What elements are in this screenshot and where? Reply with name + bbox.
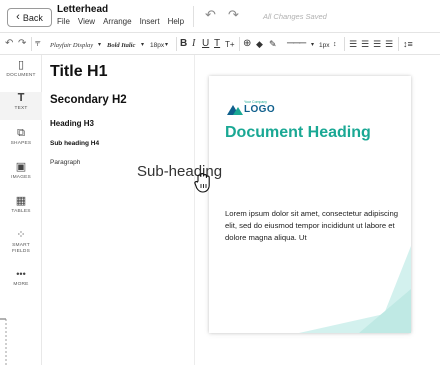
menu-help[interactable]: Help: [168, 17, 184, 26]
font-family-select[interactable]: Playfair Display: [50, 39, 93, 53]
redo-icon[interactable]: ↷: [18, 37, 26, 51]
document-title[interactable]: Letterhead: [57, 4, 108, 15]
document-heading[interactable]: Document Heading: [225, 123, 395, 143]
text-icon: 𝐓: [17, 92, 25, 104]
text-style-paragraph[interactable]: Paragraph: [50, 159, 80, 166]
text-color-button[interactable]: T: [214, 37, 220, 51]
save-status: All Changes Saved: [263, 12, 327, 21]
rail-item-tables[interactable]: ▦ TABLES: [0, 195, 42, 223]
insert-element-icon[interactable]: ⊕: [243, 37, 251, 51]
more-icon: •••: [16, 269, 26, 279]
fill-bucket-icon[interactable]: ◆: [256, 37, 263, 51]
align-justify-icon[interactable]: ☰: [385, 37, 393, 51]
text-transform-button[interactable]: T+: [225, 38, 235, 52]
pen-icon[interactable]: ✎: [269, 37, 277, 51]
rail-item-shapes[interactable]: ⧉ SHAPES: [0, 127, 42, 155]
rail-item-more[interactable]: ••• MORE: [0, 268, 42, 294]
font-size-select[interactable]: 18px: [150, 39, 164, 53]
undo-icon[interactable]: ↶: [5, 37, 13, 51]
menu-bar: File View Arrange Insert Help: [57, 17, 184, 26]
back-button[interactable]: ‹ Back: [7, 8, 52, 27]
rail-item-label: MORE: [13, 282, 29, 287]
align-center-icon[interactable]: ☰: [361, 37, 369, 51]
logo-text: LOGO: [244, 104, 276, 115]
line-spacing-icon[interactable]: ↕≡: [403, 37, 413, 51]
redo-icon[interactable]: ↷: [228, 7, 239, 23]
back-button-label: Back: [22, 12, 43, 23]
bold-button[interactable]: B: [180, 37, 187, 51]
document-page[interactable]: Your Company LOGO Document Heading Lorem…: [209, 76, 411, 333]
align-left-icon[interactable]: ☰: [349, 37, 357, 51]
rail-item-label: DOCUMENT: [6, 73, 36, 78]
rail-item-document[interactable]: ▯ DOCUMENT: [0, 59, 42, 87]
rail-item-label: TABLES: [11, 209, 31, 214]
menu-arrange[interactable]: Arrange: [103, 17, 131, 26]
smart-fields-icon: ⁘: [16, 229, 26, 241]
company-logo[interactable]: Your Company LOGO: [227, 100, 287, 116]
chevron-left-icon: ‹: [16, 11, 20, 23]
table-icon: ▦: [15, 195, 27, 207]
text-style-h4[interactable]: Sub heading H4: [50, 140, 99, 147]
edge-marker: [0, 318, 7, 365]
menu-insert[interactable]: Insert: [140, 17, 160, 26]
logo-mountain-icon: [227, 105, 243, 115]
undo-icon[interactable]: ↶: [205, 7, 216, 23]
divider: [344, 37, 345, 51]
document-body-text[interactable]: Lorem ipsum dolor sit amet, consectetur …: [225, 208, 400, 244]
rail-item-images[interactable]: ▣ IMAGES: [0, 161, 42, 189]
italic-button[interactable]: I: [192, 37, 195, 51]
divider: [239, 37, 240, 51]
stroke-style-select[interactable]: ───: [287, 37, 306, 51]
align-right-icon[interactable]: ☰: [373, 37, 381, 51]
format-painter-icon[interactable]: ⫧: [35, 37, 41, 51]
rail-item-label: TEXT: [14, 106, 28, 111]
chevron-down-icon[interactable]: ▾: [311, 38, 314, 52]
stroke-width-select[interactable]: 1px: [319, 39, 329, 53]
divider: [398, 37, 399, 51]
divider: [176, 37, 177, 51]
chevron-down-icon[interactable]: ▾: [141, 38, 144, 52]
text-styles-panel: Title H1 Secondary H2 Heading H3 Sub hea…: [42, 55, 195, 365]
grab-cursor-icon: [194, 173, 210, 193]
underline-button[interactable]: U: [202, 37, 209, 51]
font-weight-select[interactable]: Bold Italic: [107, 39, 135, 53]
chevron-down-icon[interactable]: ▾: [165, 38, 168, 52]
rail-item-label: SMART FIELDS: [12, 243, 30, 254]
top-bar: ‹ Back Letterhead File View Arrange Inse…: [0, 0, 440, 33]
divider: [193, 6, 194, 27]
document-icon: ▯: [17, 59, 25, 71]
image-icon: ▣: [15, 161, 27, 173]
shapes-icon: ⧉: [17, 127, 25, 139]
text-style-h2[interactable]: Secondary H2: [50, 94, 127, 106]
menu-view[interactable]: View: [78, 17, 95, 26]
text-style-h1[interactable]: Title H1: [50, 63, 108, 81]
format-toolbar: ↶ ↷ ⫧ Playfair Display ▾ Bold Italic ▾ 1…: [0, 33, 440, 55]
rail-item-label: SHAPES: [10, 141, 32, 146]
text-style-h3[interactable]: Heading H3: [50, 119, 94, 128]
chevron-down-icon[interactable]: ▾: [98, 38, 101, 52]
rail-item-smart-fields[interactable]: ⁘ SMART FIELDS: [0, 229, 42, 263]
menu-file[interactable]: File: [57, 17, 70, 26]
stepper-icon[interactable]: ↕: [333, 38, 337, 52]
document-canvas[interactable]: Your Company LOGO Document Heading Lorem…: [195, 55, 440, 365]
divider: [31, 37, 32, 51]
rail-item-text[interactable]: 𝐓 TEXT: [0, 92, 42, 120]
rail-item-label: IMAGES: [11, 175, 31, 180]
